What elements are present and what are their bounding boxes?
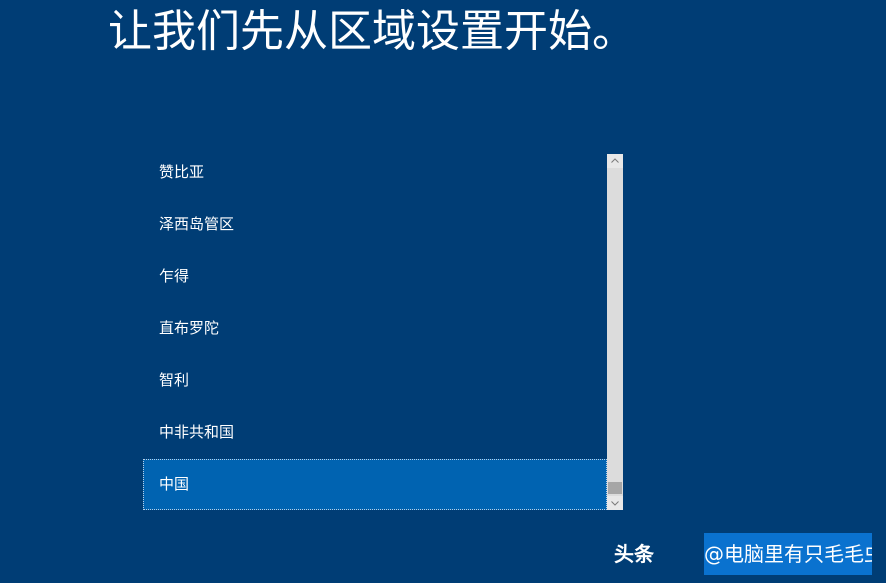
scroll-down-button[interactable]	[607, 496, 623, 510]
region-list-scrollbar[interactable]	[607, 154, 623, 510]
region-item-label: 赞比亚	[159, 163, 205, 181]
region-item-label: 泽西岛管区	[159, 215, 235, 233]
region-item-china[interactable]: 中国	[143, 459, 607, 510]
region-item-chad[interactable]: 乍得	[143, 251, 607, 302]
chevron-down-icon	[611, 501, 619, 506]
watermark-handle: @电脑里有只毛毛虫	[704, 533, 872, 575]
watermark: 头条 @电脑里有只毛毛虫	[614, 533, 872, 575]
region-item-label: 智利	[159, 371, 190, 389]
watermark-source: 头条	[614, 542, 654, 566]
region-item-central-african-republic[interactable]: 中非共和国	[143, 407, 607, 458]
region-item-label: 直布罗陀	[159, 319, 220, 337]
scroll-up-button[interactable]	[607, 154, 623, 168]
region-item-zambia[interactable]: 赞比亚	[143, 154, 607, 198]
region-item-chile[interactable]: 智利	[143, 355, 607, 406]
region-item-gibraltar[interactable]: 直布罗陀	[143, 303, 607, 354]
region-list[interactable]: 赞比亚 泽西岛管区 乍得 直布罗陀 智利 中非共和国 中国	[143, 154, 607, 510]
chevron-up-icon	[611, 158, 619, 163]
region-item-jersey[interactable]: 泽西岛管区	[143, 199, 607, 250]
region-item-label: 乍得	[159, 267, 190, 285]
scroll-thumb[interactable]	[608, 482, 622, 494]
region-item-label: 中非共和国	[159, 423, 235, 441]
page-title: 让我们先从区域设置开始。	[108, 6, 636, 57]
region-item-label: 中国	[159, 475, 190, 493]
